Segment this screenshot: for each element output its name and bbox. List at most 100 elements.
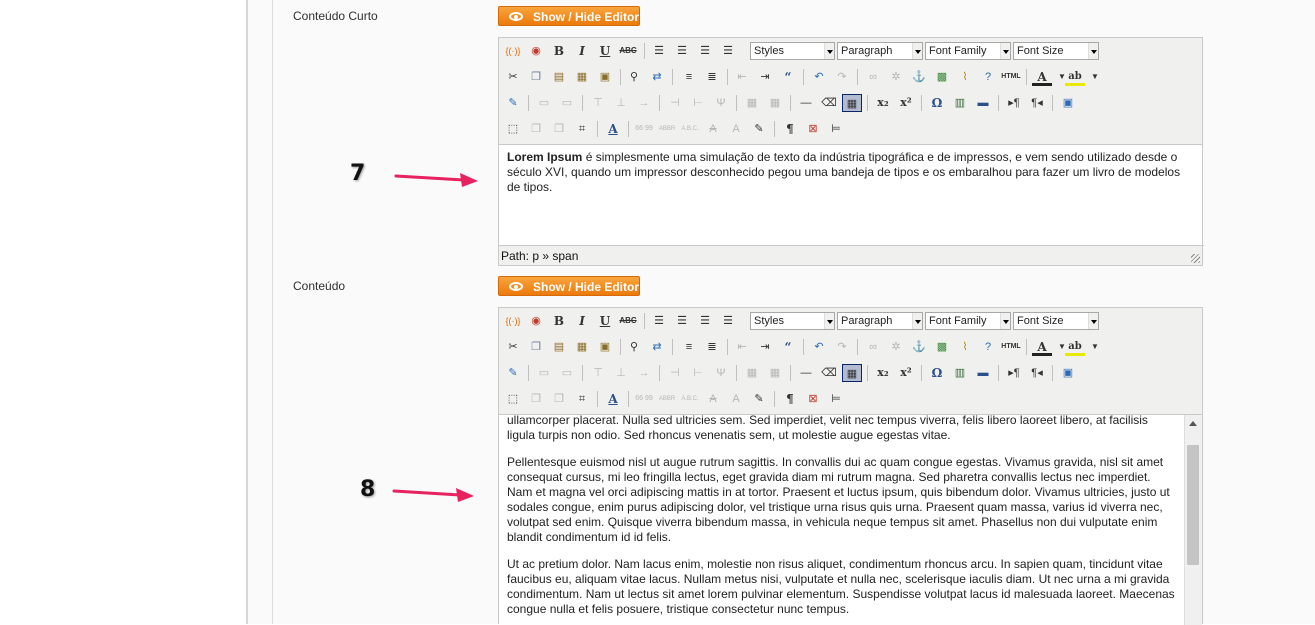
- find-icon[interactable]: ⚲: [624, 338, 644, 356]
- unlink-icon[interactable]: ✲: [886, 338, 906, 356]
- blockquote-icon[interactable]: “: [778, 338, 798, 356]
- insert-row-before-icon[interactable]: ⊤: [588, 364, 608, 382]
- paste-icon[interactable]: ▤: [549, 338, 569, 356]
- table-col-icon[interactable]: ▭: [557, 364, 577, 382]
- redo-icon[interactable]: ↷: [832, 338, 852, 356]
- undo-icon[interactable]: ↶: [809, 68, 829, 86]
- indent-icon[interactable]: ⇥: [755, 68, 775, 86]
- show-hide-editor-button[interactable]: Show / Hide Editor: [498, 276, 640, 296]
- show-hide-editor-button[interactable]: Show / Hide Editor: [498, 6, 640, 26]
- rtl-icon[interactable]: ¶◂: [1027, 94, 1047, 112]
- cleanup-icon[interactable]: ⌇: [955, 338, 975, 356]
- styles-select[interactable]: Styles: [750, 312, 835, 330]
- attribs-icon[interactable]: ✎: [749, 390, 769, 408]
- help-icon[interactable]: ?: [978, 68, 998, 86]
- link-icon[interactable]: ∞: [863, 68, 883, 86]
- scrollbar-thumb[interactable]: [1187, 445, 1199, 565]
- font-size-select[interactable]: Font Size: [1013, 312, 1099, 330]
- abbr-icon[interactable]: ABBR: [657, 120, 677, 138]
- advanced-hr-icon[interactable]: ▬: [973, 364, 993, 382]
- strikethrough-icon[interactable]: ABC: [618, 312, 638, 330]
- ltr-icon[interactable]: ▸¶: [1004, 364, 1024, 382]
- show-blocks-icon[interactable]: ¶: [780, 120, 800, 138]
- insert-col-after-icon[interactable]: ⊢: [688, 94, 708, 112]
- paste-word-icon[interactable]: ▣: [595, 68, 615, 86]
- edit-icon[interactable]: ✎: [503, 364, 523, 382]
- editor-content-area[interactable]: ullamcorper placerat. Nulla sed ultricie…: [499, 414, 1202, 625]
- html-icon[interactable]: HTML: [1001, 338, 1021, 356]
- acronym-icon[interactable]: A.B.C.: [680, 390, 700, 408]
- split-cells-icon[interactable]: ▦: [742, 94, 762, 112]
- delete-col-icon[interactable]: Ψ: [711, 364, 731, 382]
- table-row-icon[interactable]: ▭: [534, 94, 554, 112]
- numbered-list-icon[interactable]: ≣: [702, 68, 722, 86]
- editor-content-area[interactable]: Lorem Ipsum é simplesmente uma simulação…: [499, 144, 1202, 245]
- horizontal-rule-icon[interactable]: —: [796, 94, 816, 112]
- align-center-icon[interactable]: ☰: [672, 312, 692, 330]
- image-icon[interactable]: ▩: [932, 338, 952, 356]
- insert-col-before-icon[interactable]: ⊣: [665, 94, 685, 112]
- html-icon[interactable]: HTML: [1001, 68, 1021, 86]
- scroll-up-icon[interactable]: [1189, 421, 1197, 426]
- move-backward-icon[interactable]: ❐: [549, 390, 569, 408]
- redo-icon[interactable]: ↷: [832, 68, 852, 86]
- font-family-select[interactable]: Font Family: [925, 312, 1011, 330]
- page-break-icon[interactable]: ⊨: [826, 390, 846, 408]
- table-col-icon[interactable]: ▭: [557, 94, 577, 112]
- chevron-down-icon[interactable]: ▼: [1085, 338, 1105, 356]
- move-backward-icon[interactable]: ❐: [549, 120, 569, 138]
- bullet-list-icon[interactable]: ≡: [679, 68, 699, 86]
- advanced-hr-icon[interactable]: ▬: [973, 94, 993, 112]
- highlight-color-icon[interactable]: ab: [1065, 338, 1085, 356]
- nonbreaking-icon[interactable]: ⊠: [803, 120, 823, 138]
- abbr-icon[interactable]: ABBR: [657, 390, 677, 408]
- show-blocks-icon[interactable]: ¶: [780, 390, 800, 408]
- copy-icon[interactable]: ❐: [526, 68, 546, 86]
- align-right-icon[interactable]: ☰: [695, 312, 715, 330]
- resize-handle[interactable]: [1191, 254, 1200, 263]
- attribs-icon[interactable]: ✎: [749, 120, 769, 138]
- link-icon[interactable]: ∞: [863, 338, 883, 356]
- page-break-icon[interactable]: ⊨: [826, 120, 846, 138]
- rtl-icon[interactable]: ¶◂: [1027, 364, 1047, 382]
- media-icon[interactable]: ▥: [950, 364, 970, 382]
- subscript-icon[interactable]: x₂: [873, 364, 893, 382]
- paste-text-icon[interactable]: ▦: [572, 338, 592, 356]
- merge-cells-icon[interactable]: ▦: [765, 94, 785, 112]
- align-justify-icon[interactable]: ☰: [718, 42, 738, 60]
- strikethrough-icon[interactable]: ABC: [618, 42, 638, 60]
- unlink-icon[interactable]: ✲: [886, 68, 906, 86]
- spellcheck-icon[interactable]: ◉: [526, 42, 546, 60]
- paste-word-icon[interactable]: ▣: [595, 338, 615, 356]
- cut-icon[interactable]: ✂: [503, 338, 523, 356]
- remove-format-icon[interactable]: ⌫: [819, 364, 839, 382]
- outdent-icon[interactable]: ⇤: [732, 68, 752, 86]
- spellcheck-icon[interactable]: ◉: [526, 312, 546, 330]
- delete-row-icon[interactable]: →: [634, 94, 654, 112]
- edit-icon[interactable]: ✎: [503, 94, 523, 112]
- absolute-icon[interactable]: ⌗: [572, 120, 592, 138]
- special-char-icon[interactable]: Ω: [927, 94, 947, 112]
- superscript-icon[interactable]: x²: [896, 94, 916, 112]
- highlight-color-icon[interactable]: ab: [1065, 68, 1085, 86]
- insert-row-before-icon[interactable]: ⊤: [588, 94, 608, 112]
- absolute-icon[interactable]: ⌗: [572, 390, 592, 408]
- align-right-icon[interactable]: ☰: [695, 42, 715, 60]
- nonbreaking-icon[interactable]: ⊠: [803, 390, 823, 408]
- style-props-icon[interactable]: A: [603, 120, 623, 138]
- cite-icon[interactable]: 66 99: [634, 120, 654, 138]
- special-char-icon[interactable]: Ω: [927, 364, 947, 382]
- anchor-icon[interactable]: ⚓: [909, 338, 929, 356]
- del-icon[interactable]: A: [703, 390, 723, 408]
- bullet-list-icon[interactable]: ≡: [679, 338, 699, 356]
- ins-icon[interactable]: A: [726, 120, 746, 138]
- del-icon[interactable]: A: [703, 120, 723, 138]
- insert-row-after-icon[interactable]: ⊥: [611, 94, 631, 112]
- align-left-icon[interactable]: ☰: [649, 42, 669, 60]
- paste-text-icon[interactable]: ▦: [572, 68, 592, 86]
- subscript-icon[interactable]: x₂: [873, 94, 893, 112]
- bold-icon[interactable]: B: [549, 42, 569, 60]
- superscript-icon[interactable]: x²: [896, 364, 916, 382]
- format-select[interactable]: Paragraph: [837, 312, 923, 330]
- italic-icon[interactable]: I: [572, 312, 592, 330]
